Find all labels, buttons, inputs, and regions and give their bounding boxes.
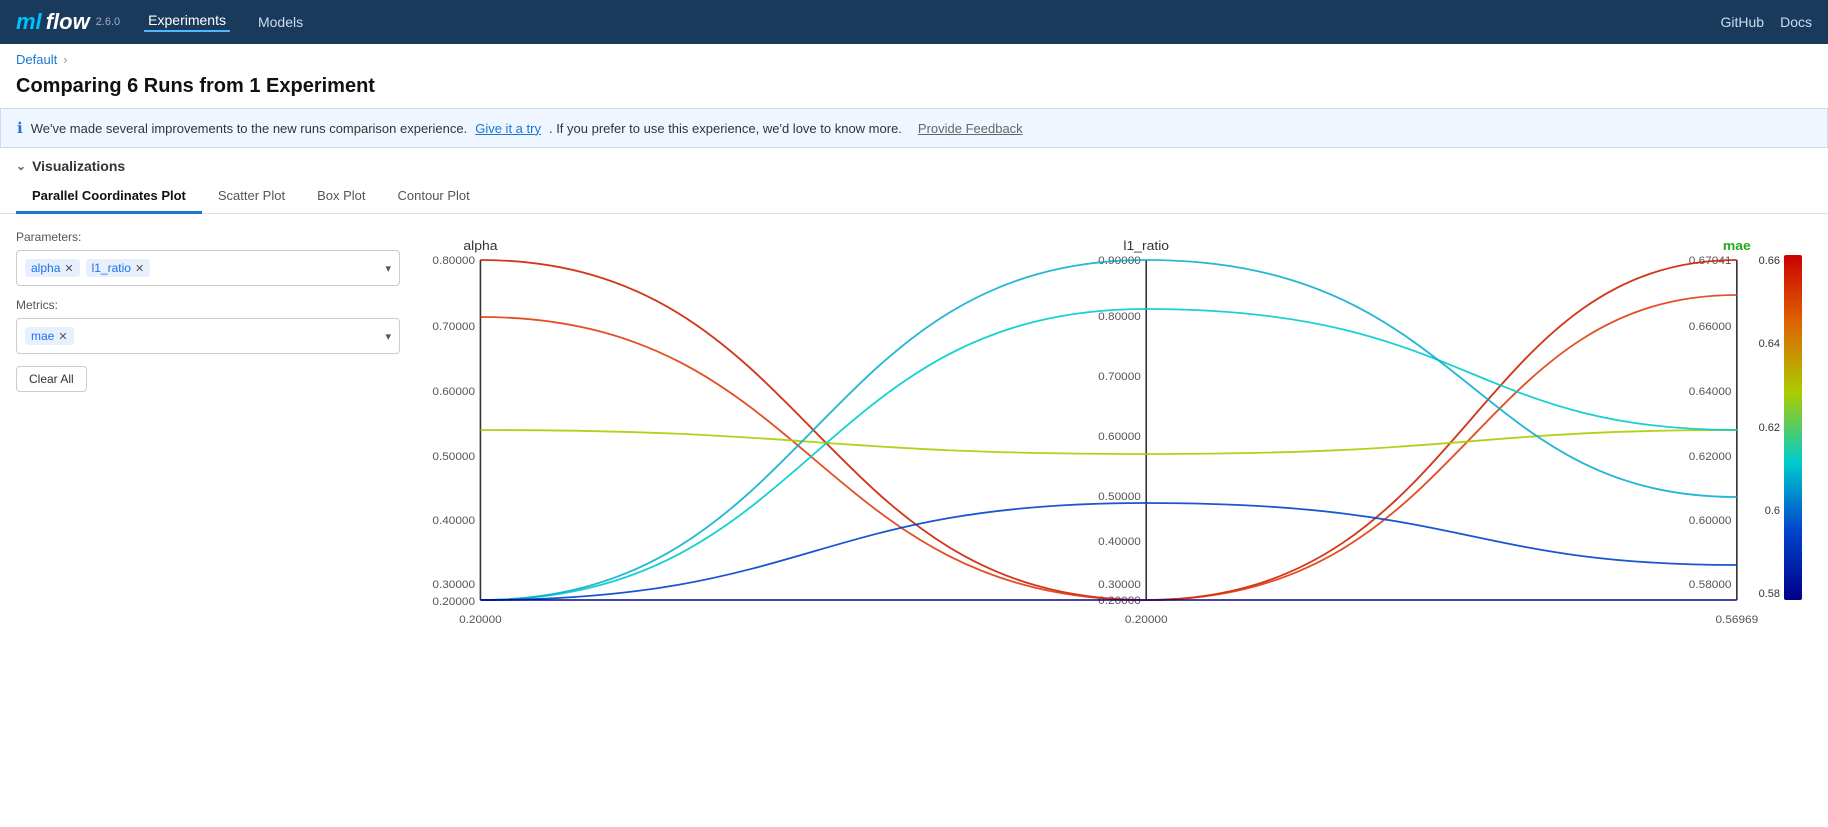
left-panel: Parameters: alpha ✕ l1_ratio ✕ ▾ Metrics… <box>16 230 416 650</box>
svg-text:0.60000: 0.60000 <box>1098 431 1141 443</box>
info-icon: ℹ <box>17 119 23 137</box>
breadcrumb: Default › <box>0 44 1828 71</box>
info-banner: ℹ We've made several improvements to the… <box>0 108 1828 148</box>
mae-tag: mae ✕ <box>25 327 74 345</box>
tab-parallel-coordinates[interactable]: Parallel Coordinates Plot <box>16 180 202 214</box>
clear-all-button[interactable]: Clear All <box>16 366 87 392</box>
alpha-tag: alpha ✕ <box>25 259 80 277</box>
tab-contour-plot[interactable]: Contour Plot <box>382 180 486 214</box>
header: mlflow 2.6.0 Experiments Models GitHub D… <box>0 0 1828 44</box>
parameters-label: Parameters: <box>16 230 400 244</box>
visualizations-section-header[interactable]: ⌄ Visualizations <box>0 148 1828 180</box>
scale-gradient-bar <box>1784 255 1802 600</box>
svg-text:0.62000: 0.62000 <box>1689 451 1732 463</box>
alpha-tag-label: alpha <box>31 261 60 275</box>
svg-text:l1_ratio: l1_ratio <box>1123 238 1169 252</box>
metrics-label: Metrics: <box>16 298 400 312</box>
provide-feedback-link[interactable]: Provide Feedback <box>918 121 1023 136</box>
svg-text:0.50000: 0.50000 <box>432 451 475 463</box>
collapse-chevron-icon: ⌄ <box>16 159 26 173</box>
mae-tag-remove[interactable]: ✕ <box>58 330 67 343</box>
visualization-tabs: Parallel Coordinates Plot Scatter Plot B… <box>0 180 1828 214</box>
give-it-a-try-link[interactable]: Give it a try <box>475 121 541 136</box>
svg-text:0.50000: 0.50000 <box>1098 491 1141 503</box>
tab-scatter-plot[interactable]: Scatter Plot <box>202 180 301 214</box>
mae-tag-label: mae <box>31 329 54 343</box>
svg-text:0.40000: 0.40000 <box>432 515 475 527</box>
svg-text:0.60000: 0.60000 <box>1689 515 1732 527</box>
color-scale: 0.66 0.64 0.62 0.6 0.58 <box>1759 255 1802 600</box>
svg-text:0.20000: 0.20000 <box>1098 595 1141 607</box>
logo-flow-text: flow <box>46 9 90 35</box>
scale-label-060: 0.6 <box>1765 505 1780 517</box>
chart-svg: alpha l1_ratio mae 0.80000 0.70000 0.600… <box>416 230 1812 650</box>
page-title: Comparing 6 Runs from 1 Experiment <box>0 71 1828 108</box>
info-text-before: We've made several improvements to the n… <box>31 121 468 136</box>
svg-text:0.64000: 0.64000 <box>1689 386 1732 398</box>
svg-text:0.80000: 0.80000 <box>432 255 475 267</box>
scale-label-066: 0.66 <box>1759 255 1780 267</box>
visualizations-label: Visualizations <box>32 158 125 174</box>
l1-ratio-tag: l1_ratio ✕ <box>86 259 151 277</box>
chart-area: alpha l1_ratio mae 0.80000 0.70000 0.600… <box>416 230 1812 650</box>
metrics-dropdown-arrow: ▾ <box>385 330 391 343</box>
svg-text:0.40000: 0.40000 <box>1098 536 1141 548</box>
github-link[interactable]: GitHub <box>1721 14 1765 30</box>
svg-text:0.20000: 0.20000 <box>459 614 502 626</box>
nav-experiments[interactable]: Experiments <box>144 12 230 32</box>
content-area: Parameters: alpha ✕ l1_ratio ✕ ▾ Metrics… <box>0 214 1828 666</box>
metrics-select[interactable]: mae ✕ ▾ <box>16 318 400 354</box>
alpha-tag-remove[interactable]: ✕ <box>64 262 73 275</box>
svg-text:alpha: alpha <box>463 238 498 252</box>
parameters-select[interactable]: alpha ✕ l1_ratio ✕ ▾ <box>16 250 400 286</box>
parallel-coords-chart: alpha l1_ratio mae 0.80000 0.70000 0.600… <box>416 230 1812 650</box>
scale-labels: 0.66 0.64 0.62 0.6 0.58 <box>1759 255 1780 600</box>
logo-version: 2.6.0 <box>96 16 120 28</box>
svg-text:0.66000: 0.66000 <box>1689 321 1732 333</box>
svg-text:0.80000: 0.80000 <box>1098 311 1141 323</box>
breadcrumb-default[interactable]: Default <box>16 52 57 67</box>
l1-ratio-tag-label: l1_ratio <box>92 261 131 275</box>
tab-box-plot[interactable]: Box Plot <box>301 180 381 214</box>
scale-label-064: 0.64 <box>1759 338 1780 350</box>
l1-ratio-tag-remove[interactable]: ✕ <box>135 262 144 275</box>
svg-text:0.30000: 0.30000 <box>432 579 475 591</box>
nav-models[interactable]: Models <box>254 14 307 30</box>
info-text-after: . If you prefer to use this experience, … <box>549 121 902 136</box>
logo-ml-text: ml <box>16 9 42 35</box>
scale-label-062: 0.62 <box>1759 422 1780 434</box>
svg-text:0.56969: 0.56969 <box>1715 614 1758 626</box>
svg-text:mae: mae <box>1723 238 1751 252</box>
svg-text:0.30000: 0.30000 <box>1098 579 1141 591</box>
logo: mlflow 2.6.0 <box>16 9 120 35</box>
svg-text:0.70000: 0.70000 <box>1098 371 1141 383</box>
breadcrumb-separator: › <box>63 52 67 67</box>
header-right: GitHub Docs <box>1721 14 1812 30</box>
header-left: mlflow 2.6.0 Experiments Models <box>16 9 307 35</box>
svg-text:0.58000: 0.58000 <box>1689 579 1732 591</box>
docs-link[interactable]: Docs <box>1780 14 1812 30</box>
svg-text:0.20000: 0.20000 <box>1125 614 1168 626</box>
svg-text:0.70000: 0.70000 <box>432 321 475 333</box>
svg-text:0.60000: 0.60000 <box>432 386 475 398</box>
parameters-dropdown-arrow: ▾ <box>385 262 391 275</box>
svg-text:0.20000: 0.20000 <box>432 596 475 608</box>
scale-label-058: 0.58 <box>1759 588 1780 600</box>
